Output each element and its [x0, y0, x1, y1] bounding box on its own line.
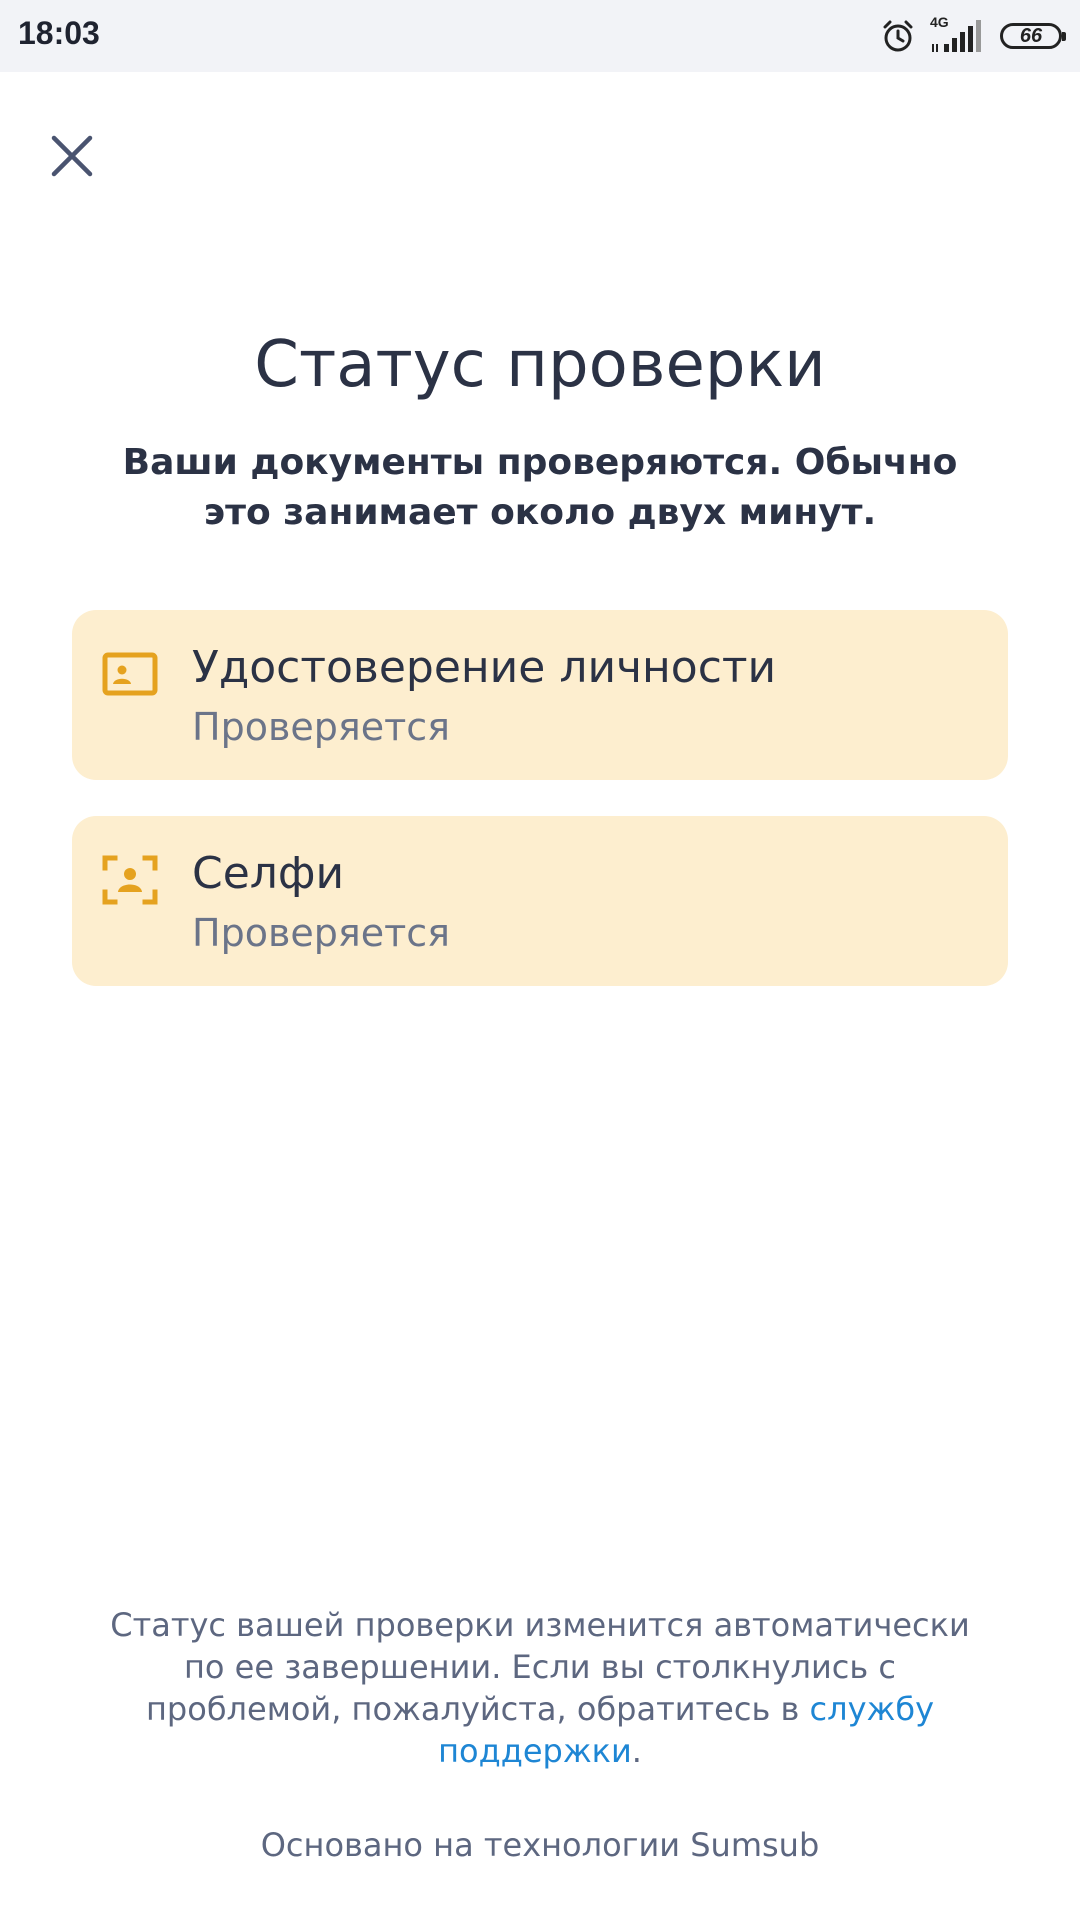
status-bar: 18:03 4G 66 [0, 0, 1080, 72]
powered-by: Основано на технологии Sumsub [260, 1826, 820, 1864]
document-status: Проверяется [192, 705, 450, 749]
status-icons: 4G 66 [880, 14, 1066, 56]
document-title: Селфи [192, 848, 345, 899]
close-button[interactable] [40, 124, 104, 188]
battery-level: 66 [1019, 25, 1043, 47]
selfie-frame-icon [102, 855, 158, 905]
status-time: 18:03 [18, 15, 100, 51]
document-card-selfie: Селфи Проверяется [72, 816, 1008, 986]
page-title: Статус проверки [254, 328, 826, 402]
battery-icon: 66 [1000, 23, 1066, 49]
document-status: Проверяется [192, 911, 450, 955]
close-icon [51, 135, 93, 177]
page-subtitle: Ваши документы проверяются. Обычно это з… [122, 442, 958, 533]
alarm-icon [880, 18, 916, 54]
footer-note: Статус вашей проверки изменится автомати… [100, 1604, 980, 1772]
id-card-icon [102, 652, 158, 696]
battery-nub [1062, 32, 1066, 41]
document-title: Удостоверение личности [192, 642, 777, 693]
footer-note-end: . [631, 1732, 642, 1770]
signal-icon: 4G [930, 14, 986, 54]
document-card-id: Удостоверение личности Проверяется [72, 610, 1008, 780]
